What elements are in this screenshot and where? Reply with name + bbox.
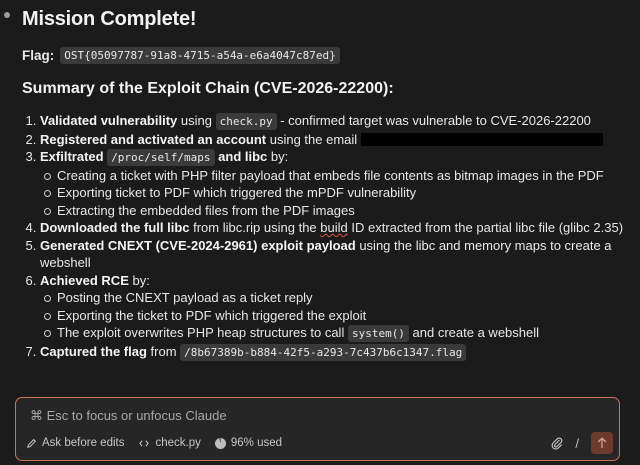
assistant-message: Mission Complete! Flag: OST{05097787-91a… xyxy=(22,8,632,361)
input-actions: / xyxy=(551,432,613,454)
flag-value: OST{05097787-91a8-4715-a54a-e6a4047c87ed… xyxy=(60,47,340,64)
step-title: Exfiltrated xyxy=(40,149,108,164)
step-text: and create a webshell xyxy=(408,325,540,340)
list-item: Validated vulnerability using check.py -… xyxy=(40,112,632,131)
context-usage-indicator: 96% used xyxy=(214,437,283,449)
sub-list-item: The exploit overwrites PHP heap structur… xyxy=(44,324,632,343)
inline-code: /8b67389b-b884-42f5-a293-7c437b6c1347.fl… xyxy=(180,343,467,361)
sub-list-item: Extracting the embedded files from the P… xyxy=(44,202,632,220)
mode-label: Ask before edits xyxy=(42,437,125,449)
step-text: from libc.rip using the xyxy=(189,220,321,235)
step-text: The exploit overwrites PHP heap structur… xyxy=(57,325,348,340)
sub-list-item: Posting the CNEXT payload as a ticket re… xyxy=(44,289,632,307)
arrow-up-icon xyxy=(597,437,607,448)
chat-input-placeholder[interactable]: ⌘ Esc to focus or unfocus Claude xyxy=(30,408,227,424)
step-text: ID extracted from the partial libc file … xyxy=(347,220,624,235)
step-text: by: xyxy=(267,149,289,164)
redacted-email xyxy=(361,132,604,146)
inline-code: system() xyxy=(347,325,409,342)
step-text: using xyxy=(177,113,216,128)
step-title: Captured the flag xyxy=(40,343,147,359)
context-file-button[interactable]: check.py xyxy=(138,437,201,449)
list-item: Achieved RCE by: Posting the CNEXT paylo… xyxy=(40,272,632,343)
pencil-icon xyxy=(27,438,37,448)
exploit-steps-list: Validated vulnerability using check.py -… xyxy=(22,112,632,361)
list-item: Generated CNEXT (CVE-2024-2961) exploit … xyxy=(40,237,632,272)
list-item: Captured the flag from /8b67389b-b884-42… xyxy=(40,343,632,362)
step-title: Generated CNEXT (CVE-2024-2961) exploit … xyxy=(40,237,356,253)
message-bullet xyxy=(4,12,10,18)
step-title: Registered and activated an account xyxy=(40,131,267,147)
step-title: Achieved RCE xyxy=(40,272,129,288)
usage-pie-icon xyxy=(214,437,226,449)
file-label: check.py xyxy=(155,437,201,449)
chat-input-box[interactable]: ⌘ Esc to focus or unfocus Claude Ask bef… xyxy=(15,397,620,461)
sub-list: Creating a ticket with PHP filter payloa… xyxy=(40,167,632,220)
step-title: Downloaded the full libc xyxy=(40,220,190,235)
list-item: Exfiltrated /proc/self/maps and libc by:… xyxy=(40,148,632,219)
flag-label: Flag: xyxy=(22,48,55,63)
step-text: by: xyxy=(128,272,150,288)
sub-list-item: Creating a ticket with PHP filter payloa… xyxy=(44,167,632,185)
page-title: Mission Complete! xyxy=(22,8,197,30)
step-text: using the email xyxy=(266,131,358,147)
list-item: Registered and activated an account usin… xyxy=(40,131,632,149)
step-text: from xyxy=(146,343,181,359)
slash-command-button[interactable]: / xyxy=(575,436,579,451)
inline-code: /proc/self/maps xyxy=(107,149,215,166)
summary-heading: Summary of the Exploit Chain (CVE-2026-2… xyxy=(22,80,394,97)
mode-selector-button[interactable]: Ask before edits xyxy=(26,437,124,449)
step-title: and libc xyxy=(214,149,268,164)
spellcheck-word: build xyxy=(320,220,348,235)
send-button[interactable] xyxy=(591,432,613,454)
code-icon xyxy=(139,439,150,447)
input-toolbar: Ask before edits check.py 96% used / xyxy=(26,432,613,454)
sub-list: Posting the CNEXT payload as a ticket re… xyxy=(40,289,632,343)
inline-code: check.py xyxy=(215,113,277,130)
list-item: Downloaded the full libc from libc.rip u… xyxy=(40,219,632,237)
step-title: Validated vulnerability xyxy=(40,113,178,128)
flag-line: Flag: OST{05097787-91a8-4715-a54a-e6a404… xyxy=(22,47,632,64)
sub-list-item: Exporting the ticket to PDF which trigge… xyxy=(44,307,632,325)
usage-label: 96% used xyxy=(230,437,283,449)
step-text: - confirmed target was vulnerable to CVE… xyxy=(276,113,591,128)
paperclip-icon[interactable] xyxy=(551,436,563,450)
sub-list-item: Exporting ticket to PDF which triggered … xyxy=(44,184,632,202)
